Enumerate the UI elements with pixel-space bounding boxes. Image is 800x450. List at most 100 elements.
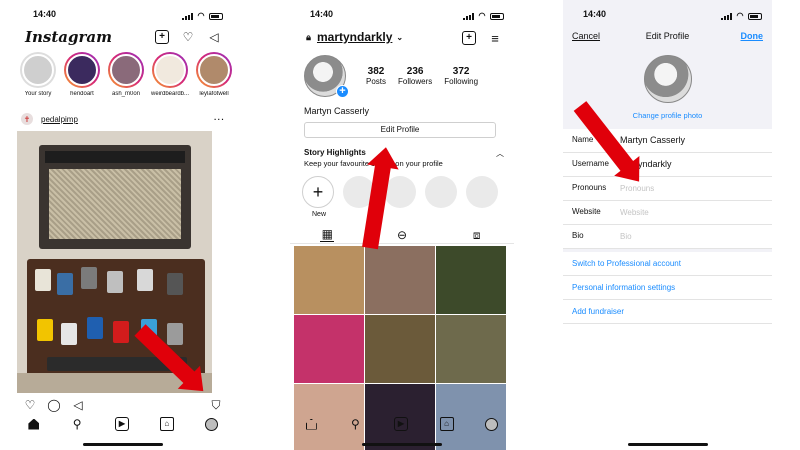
grid-post-thumbnail[interactable] <box>365 246 435 314</box>
account-link[interactable]: Switch to Professional account <box>563 252 772 276</box>
bottom-tab-bar: ⚲ ▶ ⌂ <box>290 414 514 434</box>
direct-message-icon[interactable]: ◁ <box>207 30 221 44</box>
story-ring <box>196 52 232 88</box>
stat-posts[interactable]: 382 Posts <box>366 66 386 86</box>
bookmark-icon[interactable]: ⛉ <box>209 398 223 412</box>
profile-tab-avatar[interactable] <box>485 417 499 431</box>
profile-stats: 382 Posts 236 Followers 372 Following <box>366 66 478 86</box>
menu-icon[interactable]: ≡ <box>488 31 502 45</box>
field-value[interactable]: Website <box>620 208 649 217</box>
account-switcher[interactable]: 🔒︎ martyndarkly ⌄ <box>304 30 403 44</box>
share-icon[interactable]: ◁ <box>71 398 85 412</box>
post-image[interactable] <box>17 131 212 393</box>
grid-post-thumbnail[interactable] <box>436 246 506 314</box>
field-value[interactable]: Martyn Casserly <box>620 135 685 145</box>
search-icon[interactable]: ⚲ <box>348 417 362 431</box>
status-time: 14:40 <box>583 9 607 19</box>
amplifier-illustration <box>39 145 191 249</box>
story-item[interactable]: Your story <box>19 52 57 97</box>
account-link[interactable]: Add fundraiser <box>563 300 772 324</box>
story-ring <box>152 52 188 88</box>
story-item[interactable]: weirdbeardb... <box>151 52 189 97</box>
heart-icon[interactable]: ♡ <box>181 30 195 44</box>
profile-tab-avatar[interactable] <box>204 417 218 431</box>
stat-number: 372 <box>452 66 470 77</box>
field-value[interactable]: Bio <box>620 232 632 241</box>
add-story-icon[interactable]: + <box>336 85 349 98</box>
done-button[interactable]: Done <box>741 31 764 41</box>
lock-icon: 🔒︎ <box>306 31 311 42</box>
post-username[interactable]: pedalpimp <box>41 115 214 124</box>
home-icon[interactable] <box>305 418 317 430</box>
field-label: Pronouns <box>572 183 607 192</box>
stat-number: 382 <box>367 66 385 77</box>
highlights-title: Story Highlights <box>304 148 366 157</box>
field-row-bio[interactable]: Bio Bio <box>563 225 772 249</box>
new-post-icon[interactable]: + <box>462 31 476 45</box>
field-label: Username <box>572 159 609 168</box>
status-bar: 14:40 ◠ <box>13 0 233 26</box>
status-bar: 14:40 ◠ <box>290 0 514 26</box>
story-item[interactable]: hendoart <box>63 52 101 97</box>
post-header: ✝ pedalpimp ··· <box>21 110 225 128</box>
search-icon[interactable]: ⚲ <box>70 417 84 431</box>
highlights-row: + <box>302 176 498 208</box>
profile-form: NameMartyn CasserlyUsernamemartyndarklyP… <box>563 129 772 249</box>
story-ring <box>20 52 56 88</box>
field-row-pronouns[interactable]: Pronouns Pronouns <box>563 177 772 201</box>
home-indicator <box>362 443 442 446</box>
bottom-tab-bar: ⚲ ▶ ⌂ <box>13 414 233 434</box>
story-item[interactable]: ash_m0on <box>107 52 145 97</box>
story-avatar <box>66 54 98 86</box>
grid-post-thumbnail[interactable] <box>294 246 364 314</box>
signal-icon <box>463 12 474 20</box>
story-name: ash_m0on <box>111 91 141 97</box>
more-options-icon[interactable]: ··· <box>214 115 225 124</box>
highlight-placeholder <box>466 176 498 208</box>
account-links: Switch to Professional account Personal i… <box>563 252 772 324</box>
grid-icon[interactable]: ▦ <box>320 228 335 242</box>
highlight-placeholder <box>384 176 416 208</box>
profile-full-name: Martyn Casserly <box>304 106 370 116</box>
stat-following[interactable]: 372 Following <box>444 66 478 86</box>
shop-icon[interactable]: ⌂ <box>439 417 454 431</box>
grid-post-thumbnail[interactable] <box>365 315 435 383</box>
home-icon[interactable] <box>28 418 40 430</box>
wifi-icon: ◠ <box>478 11 486 20</box>
reels-icon[interactable]: ▶ <box>114 417 129 431</box>
new-highlight-button[interactable]: + <box>302 176 334 208</box>
reels-icon[interactable]: ⊖ <box>395 228 409 242</box>
reels-icon[interactable]: ▶ <box>393 417 408 431</box>
edit-profile-header: Cancel Edit Profile Done <box>563 26 772 48</box>
tagged-icon[interactable]: ⧈ <box>470 228 484 242</box>
edit-profile-button[interactable]: Edit Profile <box>304 122 496 138</box>
instagram-logo: Instagram <box>25 28 112 46</box>
like-icon[interactable]: ♡ <box>23 398 37 412</box>
stat-number: 236 <box>406 66 424 77</box>
new-highlight-label: New <box>312 211 327 218</box>
grid-post-thumbnail[interactable] <box>294 315 364 383</box>
profile-username: martyndarkly <box>317 30 393 44</box>
status-bar: 14:40 ◠ <box>563 0 772 26</box>
account-link[interactable]: Personal information settings <box>563 276 772 300</box>
post-avatar[interactable]: ✝ <box>21 113 33 125</box>
chevron-up-icon[interactable]: ︿ <box>496 148 504 159</box>
story-name: Your story <box>24 91 52 97</box>
highlight-placeholder <box>425 176 457 208</box>
field-row-username[interactable]: Usernamemartyndarkly <box>563 153 772 177</box>
home-indicator <box>627 443 708 446</box>
field-label: Website <box>572 207 601 216</box>
new-post-icon[interactable]: + <box>155 30 169 44</box>
story-name: hendoart <box>70 91 94 97</box>
wifi-icon: ◠ <box>197 11 205 20</box>
story-ring <box>64 52 100 88</box>
stat-followers[interactable]: 236 Followers <box>398 66 432 86</box>
comment-icon[interactable]: ◯ <box>47 398 61 412</box>
home-indicator <box>83 443 163 446</box>
field-row-website[interactable]: Website Website <box>563 201 772 225</box>
story-item[interactable]: leylafotwell <box>195 52 233 97</box>
profile-avatar[interactable] <box>644 55 692 103</box>
battery-icon <box>748 12 762 20</box>
shop-icon[interactable]: ⌂ <box>159 417 174 431</box>
grid-post-thumbnail[interactable] <box>436 315 506 383</box>
